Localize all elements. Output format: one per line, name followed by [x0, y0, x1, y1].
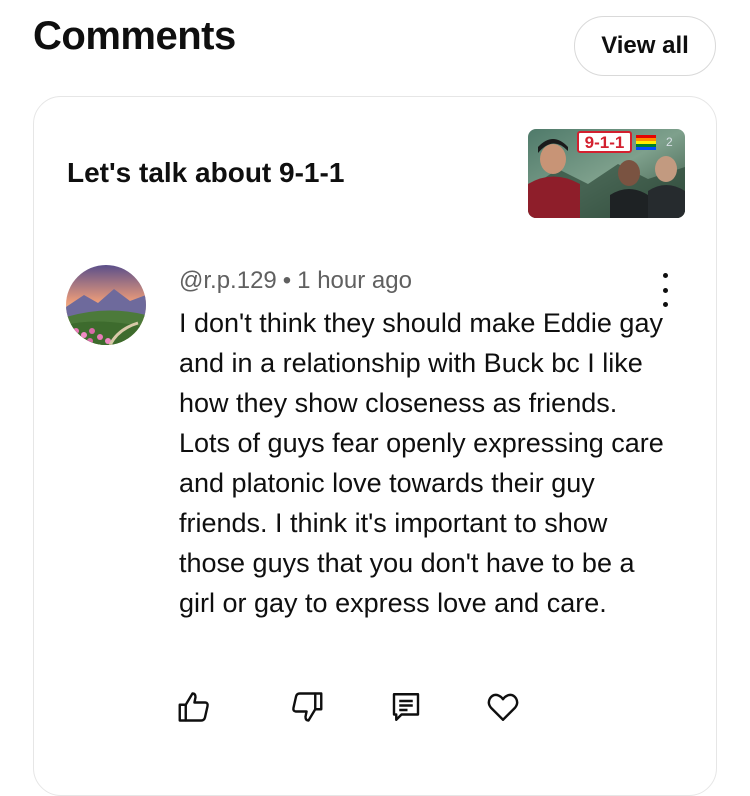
thumbs-up-icon — [178, 692, 209, 722]
video-title[interactable]: Let's talk about 9-1-1 — [67, 157, 344, 189]
heart-button[interactable] — [485, 689, 521, 725]
avatar-image — [66, 265, 146, 345]
reply-button[interactable] — [388, 689, 424, 725]
comment-icon — [392, 693, 420, 721]
comment-timestamp: 1 hour ago — [297, 267, 412, 294]
heart-icon — [487, 693, 519, 721]
meta-separator: • — [282, 267, 292, 294]
more-options-icon[interactable] — [650, 273, 680, 307]
dislike-button[interactable] — [289, 689, 325, 725]
comment-card[interactable]: Let's talk about 9-1-1 9-1-1 2 @r.p.129 … — [33, 96, 717, 796]
comment-author[interactable]: @r.p.129 — [179, 267, 277, 294]
comments-title: Comments — [33, 14, 236, 58]
thumbnail-badge-text: 2 — [666, 135, 673, 149]
comment-actions — [34, 689, 718, 729]
comment-meta: @r.p.129 • 1 hour ago — [179, 267, 412, 295]
thumbnail-logo-text: 9-1-1 — [585, 133, 625, 152]
video-thumbnail[interactable]: 9-1-1 2 — [528, 129, 685, 218]
more-dot — [662, 273, 668, 278]
avatar[interactable] — [66, 265, 146, 345]
view-all-button[interactable]: View all — [574, 16, 716, 76]
thumbnail-image: 9-1-1 2 — [528, 129, 685, 218]
comments-header: Comments View all — [0, 0, 750, 90]
like-button[interactable] — [176, 689, 212, 725]
more-dot — [662, 287, 668, 293]
comment-text: I don't think they should make Eddie gay… — [179, 308, 664, 618]
thumbs-down-icon — [292, 692, 323, 722]
